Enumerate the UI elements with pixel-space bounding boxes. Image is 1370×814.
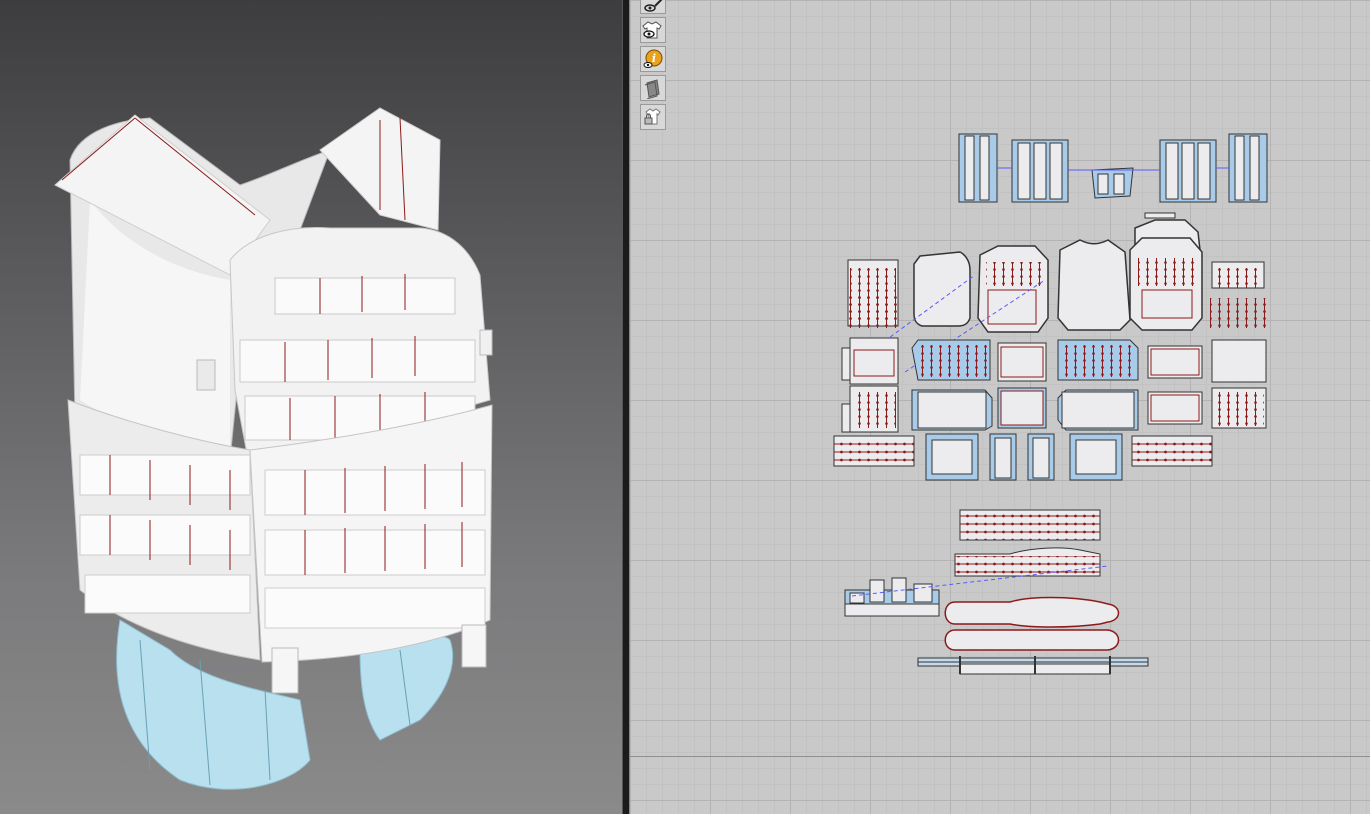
pattern-group-pocket-panels[interactable] [833,433,1213,481]
pattern-group-plates[interactable] [844,219,1266,373]
pattern-group-cummerbund-panels[interactable] [841,337,1267,385]
pattern-canvas[interactable] [630,0,1370,814]
2d-pattern-viewport[interactable]: i [630,0,1370,814]
pattern-group-side-panels[interactable] [841,385,1267,433]
pattern-group-shoulder-straps[interactable] [958,133,1268,219]
pattern-group-belt[interactable] [844,509,1149,675]
viewport-splitter[interactable] [622,0,630,814]
3d-viewport[interactable] [0,0,622,814]
vest-3d-model[interactable] [0,0,622,814]
